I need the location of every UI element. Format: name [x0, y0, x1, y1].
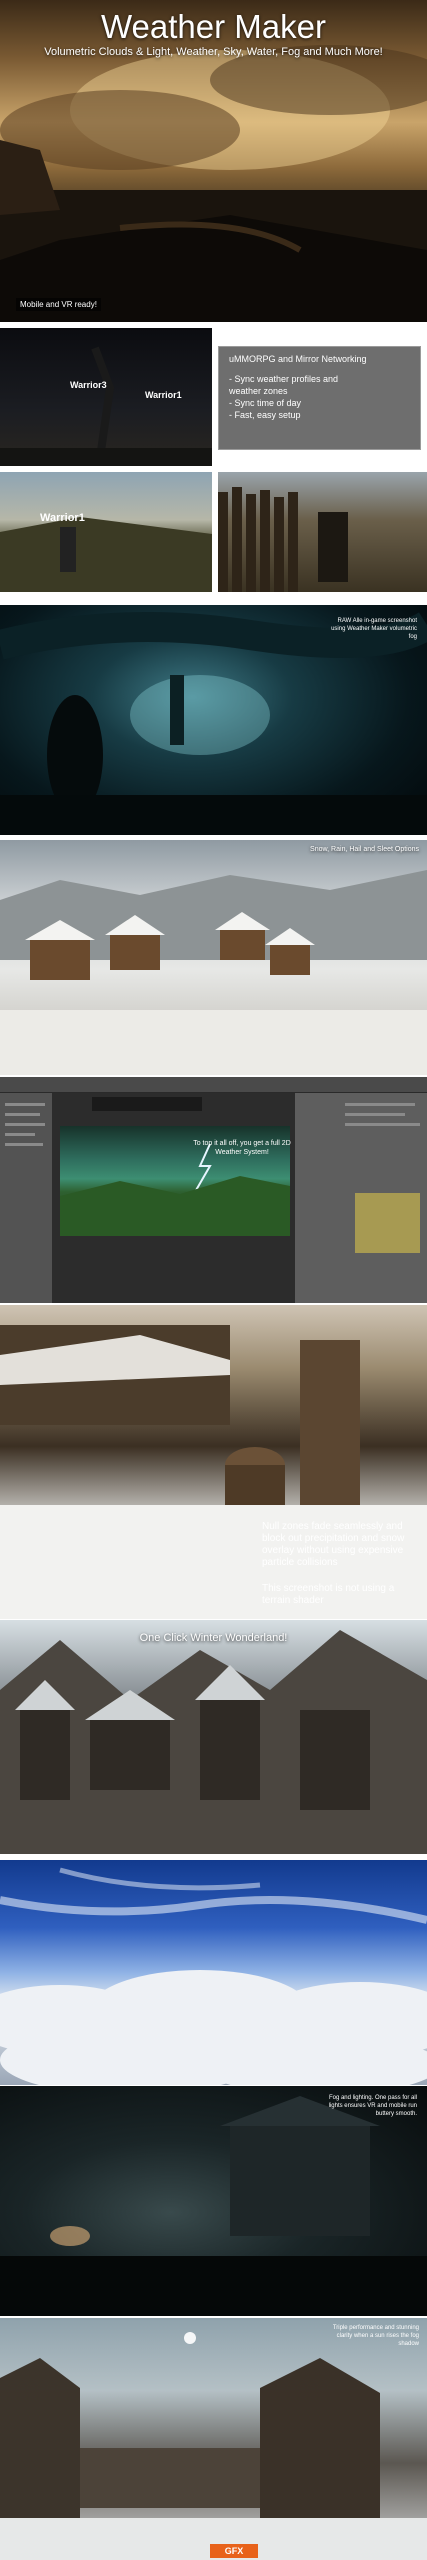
fence-scene: [218, 487, 348, 592]
snow-caption: Snow, Rain, Hail and Sleet Options: [310, 846, 419, 853]
editor-game-view: To top it all off, you get a full 2D Wea…: [52, 1093, 295, 1303]
winter-scene: [0, 1630, 427, 1854]
editor-hierarchy-right: [295, 1093, 427, 1303]
snow-village-scene: Snow, Rain, Hail and Sleet Options: [0, 840, 427, 1075]
networking-bullet: - Sync time of day: [229, 398, 302, 408]
editor-caption: To top it all off, you get a full 2D Wea…: [193, 1140, 291, 1156]
networking-bullet: weather zones: [229, 386, 288, 396]
sunrise-village-scene: Triple performance and stunning clarity …: [0, 2318, 427, 2560]
networking-section: Warrior3 Warrior1 uMMORPG and Mirror Net…: [0, 326, 427, 592]
night-fog-scene: RAW Alle in-game screenshot using Weathe…: [0, 605, 427, 835]
null-zone-caption: Null zones fade seamlessly and block out…: [262, 1521, 405, 1568]
networking-bullet: - Sync weather profiles and: [229, 374, 339, 384]
nametag: Warrior3: [70, 380, 107, 390]
winter-castle-scene: One Click Winter Wonderland!: [0, 1620, 427, 1854]
hero-banner: Weather Maker Volumetric Clouds & Light,…: [0, 0, 427, 322]
nametag: Warrior1: [40, 512, 85, 524]
night-caption: RAW Alle in-game screenshot using Weathe…: [331, 618, 417, 640]
screenshot-warriors-day: Warrior1: [0, 472, 212, 592]
networking-heading: uMMORPG and Mirror Networking: [229, 354, 367, 364]
fog-lighting-scene: Fog and lighting. One pass for all light…: [0, 2086, 427, 2316]
hero-title: Weather Maker: [101, 8, 326, 45]
screenshot-fence: [218, 472, 427, 592]
mobile-vr-badge: Mobile and VR ready!: [16, 298, 101, 311]
final-caption: Triple performance and stunning clarity …: [332, 2325, 419, 2347]
nullzone-scene: [0, 1325, 427, 1619]
editor-inspector-left: [0, 1093, 52, 1303]
page: Weather Maker Volumetric Clouds & Light,…: [0, 0, 427, 2560]
watermark-logo: GFX: [210, 2544, 258, 2558]
fog-caption: Fog and lighting. One pass for all light…: [328, 2095, 417, 2117]
volumetric-sky-scene: [0, 1860, 427, 2085]
screenshot-warriors-dark: Warrior3 Warrior1: [0, 328, 212, 466]
nametag: Warrior1: [145, 390, 182, 400]
fog-scene: [0, 2096, 427, 2316]
networking-bullet: - Fast, easy setup: [229, 410, 301, 420]
editor-toolbar: [0, 1077, 427, 1093]
hero-subtitle: Volumetric Clouds & Light, Weather, Sky,…: [44, 46, 383, 58]
editor-screenshot: To top it all off, you get a full 2D Wea…: [0, 1077, 427, 1303]
day-scene: [0, 517, 212, 592]
final-scene: [0, 2332, 427, 2560]
null-zone-scene: Null zones fade seamlessly and block out…: [0, 1305, 427, 1619]
winter-caption: One Click Winter Wonderland!: [139, 1632, 288, 1644]
terrain-shader-caption: This screenshot is not using a terrain s…: [262, 1583, 395, 1606]
snow-scene: [0, 870, 427, 1075]
networking-info-box: uMMORPG and Mirror Networking - Sync wea…: [218, 346, 421, 450]
sky-scene: [0, 1867, 427, 2085]
